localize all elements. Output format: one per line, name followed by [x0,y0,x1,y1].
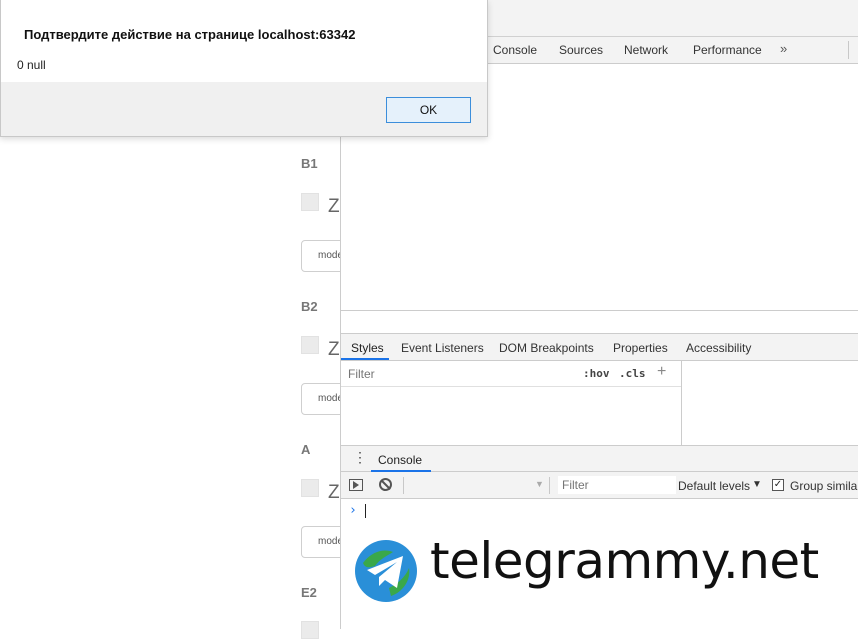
z-label-b1: Z [328,196,340,217]
styles-pane: :hov .cls + [341,361,682,445]
devtools-menu-icon[interactable]: ⋮ [852,40,858,57]
styles-filter-row: :hov .cls + [341,361,681,387]
ok-button[interactable]: OK [386,97,471,123]
tab-event-listeners[interactable]: Event Listeners [401,341,484,355]
watermark-text: telegrammy.net [430,532,819,590]
console-toolbar: ▼ Default levels ▼ ✓ Group similar [341,472,858,499]
styles-filter-input[interactable] [345,365,577,383]
add-style-rule-icon[interactable]: + [657,363,666,381]
dialog-footer: OK [1,82,487,136]
tab-console[interactable]: Console [493,43,537,57]
context-dropdown-icon[interactable]: ▼ [535,479,544,489]
default-levels-dropdown[interactable]: Default levels [678,479,750,493]
drawer-tabbar: ⋮ Console [341,445,858,472]
tab-sources[interactable]: Sources [559,43,603,57]
z-label-a: Z [328,482,340,503]
section-label-b1: B1 [301,156,318,171]
tab-properties[interactable]: Properties [613,341,668,355]
checkbox-b1[interactable] [301,193,319,211]
dialog-title: Подтвердите действие на странице localho… [24,27,356,42]
more-tabs-icon[interactable]: » [780,41,787,56]
telegram-logo-icon [353,538,419,604]
tab-performance[interactable]: Performance [693,43,762,57]
z-label-b2: Z [328,339,340,360]
box-model-pane [682,361,858,445]
section-label-a: A [301,442,311,457]
checkbox-a[interactable] [301,479,319,497]
dom-breadcrumb[interactable] [341,311,858,334]
checkbox-b2[interactable] [301,336,319,354]
toolbar-divider-2 [549,477,550,494]
drawer-tab-console[interactable]: Console [378,453,422,467]
active-tab-indicator [341,358,389,360]
console-prompt-icon: › [349,503,357,518]
sidebar-tabbar: Styles Event Listeners DOM Breakpoints P… [341,334,858,361]
toolbar-divider [403,477,404,494]
tab-styles[interactable]: Styles [351,341,384,355]
group-similar-label: Group similar [790,479,858,493]
clear-console-icon[interactable] [379,478,392,491]
dialog-message: 0 null [17,58,46,72]
tabbar-divider [848,41,849,59]
console-input-caret [365,504,366,518]
drawer-menu-icon[interactable]: ⋮ [353,450,367,464]
tab-accessibility[interactable]: Accessibility [686,341,751,355]
confirm-dialog: Подтвердите действие на странице localho… [0,0,488,137]
section-label-b2: B2 [301,299,318,314]
group-similar-checkbox[interactable]: ✓ [772,479,784,491]
cls-toggle-button[interactable]: .cls [619,367,646,380]
levels-dropdown-icon[interactable]: ▼ [752,479,762,490]
execution-context-sidebar-icon[interactable] [349,479,363,491]
tab-dom-breakpoints[interactable]: DOM Breakpoints [499,341,594,355]
checkbox-e2[interactable] [301,621,319,639]
console-filter-input[interactable] [558,476,676,494]
tab-network[interactable]: Network [624,43,668,57]
section-label-e2: E2 [301,585,317,600]
hov-toggle-button[interactable]: :hov [583,367,610,380]
